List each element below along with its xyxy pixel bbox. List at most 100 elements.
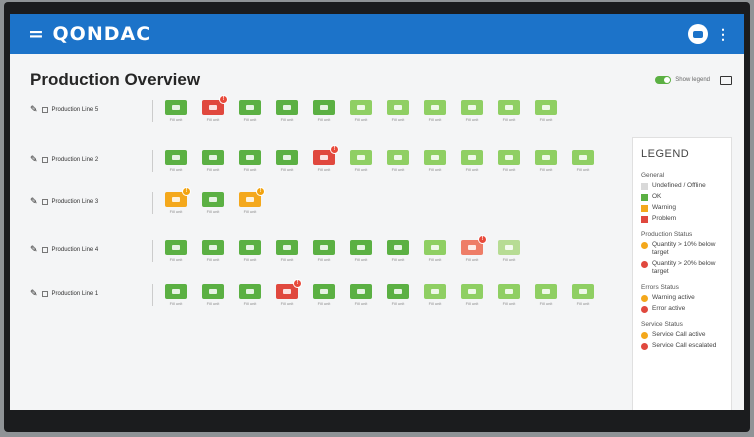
production-line-label[interactable]: Production Line 3 [52,199,99,205]
machine-status-tile[interactable] [239,240,261,255]
edit-pencil-icon[interactable]: ✎ [30,196,38,207]
machine-tile[interactable]: Fill unit [457,100,487,122]
edit-pencil-icon[interactable]: ✎ [30,104,38,115]
machine-status-tile[interactable] [239,100,261,115]
machine-tile[interactable]: Fill unit [457,150,487,172]
machine-tile[interactable]: ! Fill unit [198,95,228,122]
machine-tile[interactable]: Fill unit [383,284,413,306]
machine-status-tile[interactable] [572,284,594,299]
edit-pencil-icon[interactable]: ✎ [30,288,38,299]
machine-status-tile[interactable] [202,284,224,299]
machine-status-tile[interactable] [276,100,298,115]
machine-status-tile[interactable] [313,240,335,255]
machine-status-tile[interactable] [387,284,409,299]
machine-status-tile[interactable] [424,100,446,115]
machine-status-tile[interactable] [165,100,187,115]
machine-tile[interactable]: Fill unit [235,150,265,172]
machine-tile[interactable]: Fill unit [494,284,524,306]
machine-status-tile[interactable] [498,284,520,299]
machine-tile[interactable]: Fill unit [161,150,191,172]
more-menu-icon[interactable]: ⋮ [716,26,730,43]
machine-status-tile[interactable] [498,150,520,165]
machine-tile[interactable]: Fill unit [272,150,302,172]
machine-status-tile[interactable] [498,100,520,115]
machine-status-tile[interactable] [202,150,224,165]
machine-tile[interactable]: Fill unit [568,284,598,306]
machine-tile[interactable]: Fill unit [235,240,265,262]
machine-tile[interactable]: ! Fill unit [457,235,487,262]
machine-tile[interactable]: ! Fill unit [235,187,265,214]
machine-tile[interactable]: Fill unit [531,150,561,172]
machine-status-tile[interactable]: ! [239,187,265,207]
machine-tile[interactable]: Fill unit [198,150,228,172]
machine-tile[interactable]: Fill unit [383,150,413,172]
machine-tile[interactable]: Fill unit [272,240,302,262]
machine-status-tile[interactable]: ! [461,235,487,255]
machine-tile[interactable]: Fill unit [346,240,376,262]
machine-tile[interactable]: Fill unit [161,240,191,262]
machine-tile[interactable]: Fill unit [420,100,450,122]
machine-tile[interactable]: Fill unit [309,284,339,306]
machine-status-tile[interactable] [350,150,372,165]
machine-tile[interactable]: Fill unit [235,284,265,306]
machine-tile[interactable]: Fill unit [161,100,191,122]
machine-status-tile[interactable] [165,150,187,165]
machine-status-tile[interactable] [239,284,261,299]
machine-tile[interactable]: Fill unit [420,284,450,306]
machine-status-tile[interactable] [165,240,187,255]
production-line-label[interactable]: Production Line 5 [52,107,99,113]
production-line-label[interactable]: Production Line 1 [52,291,99,297]
machine-tile[interactable]: Fill unit [346,100,376,122]
machine-tile[interactable]: Fill unit [198,240,228,262]
machine-tile[interactable]: Fill unit [494,100,524,122]
machine-status-tile[interactable] [165,284,187,299]
line-checkbox[interactable] [41,106,48,113]
machine-status-tile[interactable] [387,240,409,255]
machine-status-tile[interactable] [424,240,446,255]
machine-status-tile[interactable] [276,150,298,165]
machine-status-tile[interactable] [424,150,446,165]
machine-status-tile[interactable] [461,150,483,165]
machine-tile[interactable]: Fill unit [383,100,413,122]
machine-status-tile[interactable] [424,284,446,299]
machine-tile[interactable]: Fill unit [420,150,450,172]
show-legend-toggle[interactable] [655,76,672,84]
machine-status-tile[interactable]: ! [276,279,302,299]
machine-status-tile[interactable] [313,100,335,115]
machine-tile[interactable]: Fill unit [568,150,598,172]
machine-status-tile[interactable] [535,284,557,299]
machine-status-tile[interactable] [202,240,224,255]
machine-tile[interactable]: Fill unit [457,284,487,306]
machine-status-tile[interactable]: ! [165,187,191,207]
machine-tile[interactable]: Fill unit [346,150,376,172]
machine-tile[interactable]: Fill unit [272,100,302,122]
machine-status-tile[interactable] [202,192,224,207]
machine-status-tile[interactable] [350,284,372,299]
machine-tile[interactable]: Fill unit [235,100,265,122]
line-checkbox[interactable] [41,246,48,253]
machine-tile[interactable]: Fill unit [198,284,228,306]
machine-tile[interactable]: Fill unit [494,150,524,172]
machine-tile[interactable]: Fill unit [198,192,228,214]
machine-tile[interactable]: Fill unit [531,100,561,122]
machine-status-tile[interactable] [350,240,372,255]
machine-status-tile[interactable] [535,100,557,115]
machine-status-tile[interactable] [461,100,483,115]
machine-tile[interactable]: Fill unit [494,240,524,262]
machine-status-tile[interactable] [239,150,261,165]
machine-status-tile[interactable] [461,284,483,299]
edit-pencil-icon[interactable]: ✎ [30,244,38,255]
machine-status-tile[interactable]: ! [313,145,339,165]
machine-status-tile[interactable] [387,150,409,165]
line-checkbox[interactable] [41,198,48,205]
edit-pencil-icon[interactable]: ✎ [30,154,38,165]
machine-status-tile[interactable] [498,240,520,255]
machine-tile[interactable]: Fill unit [531,284,561,306]
machine-tile[interactable]: Fill unit [309,240,339,262]
machine-tile[interactable]: Fill unit [346,284,376,306]
machine-tile[interactable]: ! Fill unit [309,145,339,172]
machine-tile[interactable]: Fill unit [420,240,450,262]
machine-status-tile[interactable]: ! [202,95,228,115]
line-checkbox[interactable] [41,156,48,163]
line-checkbox[interactable] [41,290,48,297]
